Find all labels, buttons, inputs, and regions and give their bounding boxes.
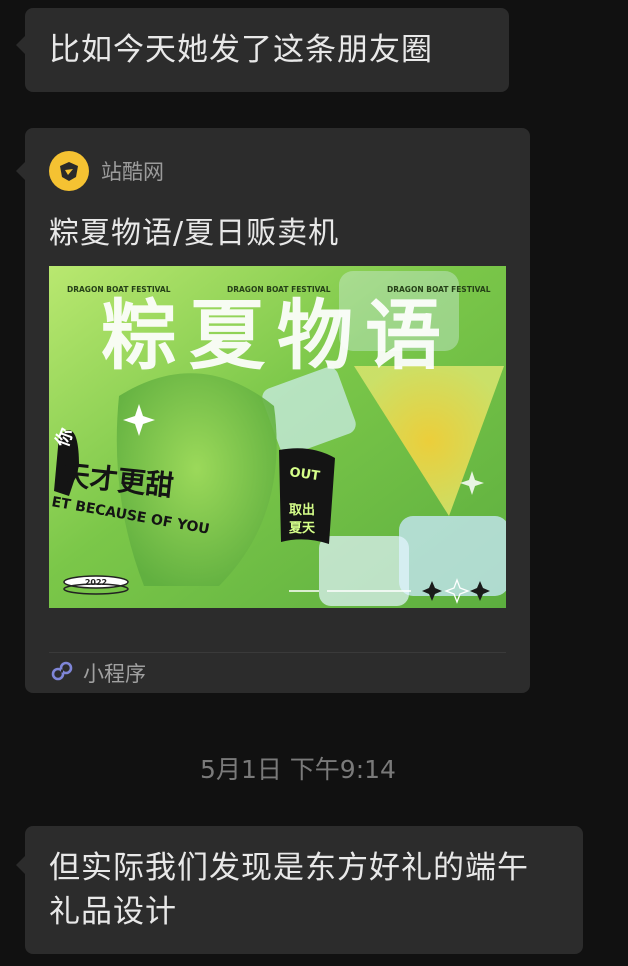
message-bubble-2[interactable]: 但实际我们发现是东方好礼的端午礼品设计 (16, 826, 583, 954)
mini-program-icon (49, 658, 75, 688)
chat-timestamp: 5月1日 下午9:14 (200, 755, 396, 784)
zcool-logo-icon (49, 151, 89, 191)
source-name: 站酷网 (101, 160, 164, 184)
message-text: 比如今天她发了这条朋友圈 (49, 32, 433, 68)
mini-program-card[interactable]: 站酷网 粽夏物语/夏日贩卖机 DRAGON BOAT FESTIVAL DRAG… (16, 128, 530, 693)
tag-text-1: 取出 (289, 502, 315, 518)
poster-headline: 粽夏物语 (101, 291, 453, 380)
tag-text-2: 夏天 (288, 521, 316, 536)
card-divider (49, 652, 506, 653)
mini-program-label: 小程序 (83, 662, 146, 686)
chat-screen: 比如今天她发了这条朋友圈 站酷网 粽夏物语/夏日贩卖机 DRAGON BOAT … (0, 0, 628, 966)
mini-program-footer: 小程序 (49, 658, 146, 688)
message-bubble-1[interactable]: 比如今天她发了这条朋友圈 (16, 8, 509, 92)
poster-image[interactable]: DRAGON BOAT FESTIVAL DRAGON BOAT FESTIVA… (49, 266, 506, 608)
poster-year: 2022 (85, 578, 107, 587)
message-text: 但实际我们发现是东方好礼的端午礼品设计 (49, 850, 529, 930)
card-source: 站酷网 (49, 150, 164, 192)
card-title: 粽夏物语/夏日贩卖机 (49, 216, 340, 251)
